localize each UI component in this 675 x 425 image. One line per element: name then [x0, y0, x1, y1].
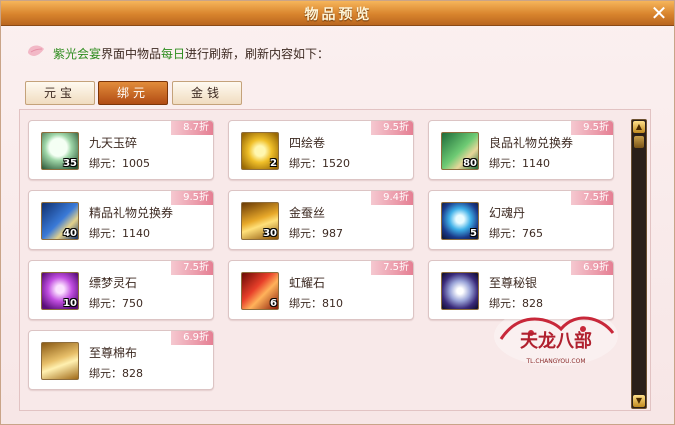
tab-yuanbao[interactable]: 元宝	[25, 81, 95, 105]
discount-badge: 7.5折	[571, 191, 613, 205]
item-name: 至尊秘银	[489, 276, 538, 290]
item-name: 金蚕丝	[289, 206, 326, 220]
item-count: 30	[263, 228, 277, 239]
logo-brand: 天龙八部	[520, 330, 592, 352]
scroll-thumb[interactable]	[634, 136, 644, 148]
item-price: 绑元：1140	[89, 227, 150, 240]
scrollbar[interactable]: ▲ ▼	[631, 119, 647, 409]
item-price: 绑元：828	[89, 367, 143, 380]
description-text-1: 界面中物品	[101, 47, 162, 61]
item-price: 绑元：750	[89, 297, 143, 310]
close-icon[interactable]: ✕	[648, 2, 670, 24]
event-name: 紫光会宴	[53, 47, 102, 61]
item-name: 至尊棉布	[89, 346, 138, 360]
item-card[interactable]: 9.5折 80 良品礼物兑换券 绑元：1140	[428, 120, 614, 180]
soul-pill-icon: 5	[441, 202, 479, 240]
item-name: 幻魂丹	[489, 206, 526, 220]
item-count: 2	[270, 158, 277, 169]
discount-badge: 9.4折	[371, 191, 413, 205]
daily-highlight: 每日	[161, 47, 186, 61]
item-price: 绑元：1520	[289, 157, 350, 170]
item-name: 九天玉碎	[89, 136, 138, 150]
item-card[interactable]: 6.9折 至尊棉布 绑元：828	[28, 330, 214, 390]
item-name: 缥梦灵石	[89, 276, 138, 290]
green-voucher-icon: 80	[441, 132, 479, 170]
item-card[interactable]: 8.7折 35 九天玉碎 绑元：1005	[28, 120, 214, 180]
scroll-up-icon[interactable]: ▲	[633, 121, 645, 133]
golden-silk-icon: 30	[241, 202, 279, 240]
logo-url: TL.CHANGYOU.COM	[525, 358, 585, 365]
item-name: 虹耀石	[289, 276, 326, 290]
item-price: 绑元：810	[289, 297, 343, 310]
discount-badge: 7.5折	[171, 261, 213, 275]
item-count: 35	[63, 158, 77, 169]
item-card[interactable]: 7.5折 10 缥梦灵石 绑元：750	[28, 260, 214, 320]
item-card[interactable]: 9.5折 40 精品礼物兑换券 绑元：1140	[28, 190, 214, 250]
discount-badge: 6.9折	[171, 331, 213, 345]
discount-badge: 8.7折	[171, 121, 213, 135]
scroll-down-icon[interactable]: ▼	[633, 395, 645, 407]
discount-badge: 9.5折	[371, 121, 413, 135]
discount-badge: 9.5折	[171, 191, 213, 205]
item-count: 40	[63, 228, 77, 239]
blue-voucher-icon: 40	[41, 202, 79, 240]
rainbow-stone-icon: 6	[241, 272, 279, 310]
item-name: 四绘卷	[289, 136, 326, 150]
item-price: 绑元：765	[489, 227, 543, 240]
item-count: 6	[270, 298, 277, 309]
discount-badge: 6.9折	[571, 261, 613, 275]
petal-icon	[28, 45, 44, 56]
item-price: 绑元：1005	[89, 157, 150, 170]
discount-badge: 9.5折	[571, 121, 613, 135]
item-name: 精品礼物兑换券	[89, 206, 174, 220]
scroll-icon: 2	[241, 132, 279, 170]
item-count: 80	[463, 158, 477, 169]
window-title: 物品预览	[304, 7, 373, 23]
item-price: 绑元：987	[289, 227, 343, 240]
title-bar: 物品预览 ✕	[1, 1, 674, 26]
item-count: 5	[470, 228, 477, 239]
tianlong-babu-logo: 天龙八部 TL.CHANGYOU.COM	[494, 306, 618, 366]
item-card[interactable]: 9.4折 30 金蚕丝 绑元：987	[228, 190, 414, 250]
discount-badge: 7.5折	[371, 261, 413, 275]
tab-bound-yuanbao[interactable]: 绑元	[98, 81, 168, 105]
item-preview-window: 物品预览 ✕ 紫光会宴界面中物品每日进行刷新，刷新内容如下： 元宝 绑元 金钱 …	[0, 0, 675, 425]
item-card[interactable]: 7.5折 6 虹耀石 绑元：810	[228, 260, 414, 320]
item-name: 良品礼物兑换券	[489, 136, 574, 150]
description-text-2: 进行刷新，刷新内容如下：	[185, 47, 330, 61]
mithril-icon	[441, 272, 479, 310]
item-count: 10	[63, 298, 77, 309]
item-card[interactable]: 9.5折 2 四绘卷 绑元：1520	[228, 120, 414, 180]
item-card[interactable]: 7.5折 5 幻魂丹 绑元：765	[428, 190, 614, 250]
cotton-cloth-icon	[41, 342, 79, 380]
refresh-description: 紫光会宴界面中物品每日进行刷新，刷新内容如下：	[53, 45, 329, 62]
item-price: 绑元：1140	[489, 157, 550, 170]
jade-shards-icon: 35	[41, 132, 79, 170]
tab-gold[interactable]: 金钱	[172, 81, 242, 105]
purple-gem-icon: 10	[41, 272, 79, 310]
